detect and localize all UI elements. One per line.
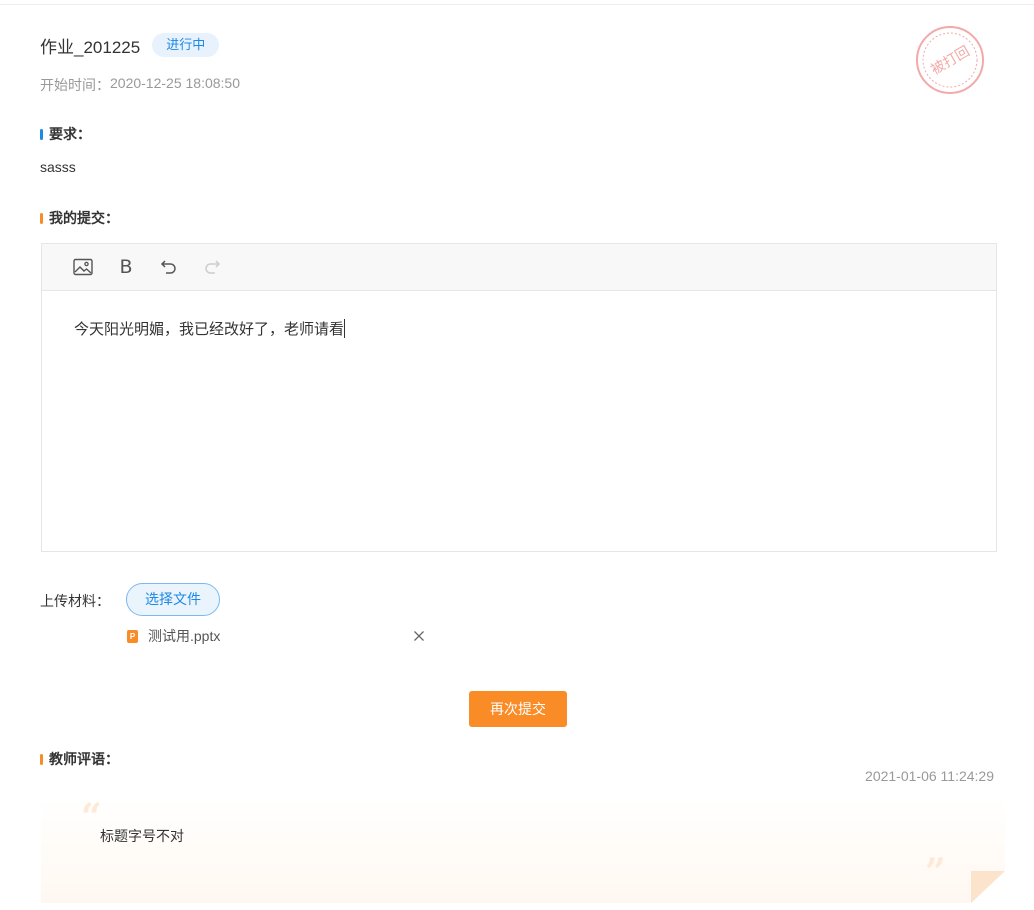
remove-file-icon[interactable] (411, 628, 427, 644)
top-divider (0, 4, 1034, 5)
file-name[interactable]: 测试用.pptx (148, 626, 220, 646)
requirement-text: sasss (40, 159, 76, 175)
undo-icon (160, 260, 176, 274)
open-quote-icon: “ (81, 796, 102, 838)
teacher-comment-box: “ 标题字号不对 ” (41, 797, 1005, 903)
rejected-stamp-icon: 被打回 (916, 26, 984, 94)
close-quote-icon: ” (925, 851, 946, 893)
comment-timestamp: 2021-01-06 11:24:29 (865, 768, 994, 784)
teacher-comment-heading: 教师评语： (40, 749, 119, 769)
start-time-label: 开始时间： (40, 77, 110, 93)
folded-corner-icon (971, 871, 1005, 903)
assignment-header: 作业_201225 进行中 (40, 32, 220, 58)
status-badge: 进行中 (152, 33, 220, 57)
resubmit-button[interactable]: 再次提交 (469, 691, 567, 727)
teacher-comment-text: 标题字号不对 (100, 828, 184, 844)
requirement-label: 要求： (49, 126, 91, 142)
insert-image-button[interactable] (70, 254, 96, 280)
upload-label: 上传材料： (40, 593, 110, 609)
image-icon (73, 258, 93, 276)
redo-button[interactable] (199, 254, 225, 280)
text-caret (344, 319, 346, 338)
section-marker (40, 212, 43, 224)
editor-toolbar: B (42, 244, 996, 291)
requirement-heading: 要求： (40, 124, 91, 144)
choose-file-button[interactable]: 选择文件 (126, 583, 220, 616)
redo-icon (205, 260, 221, 274)
rich-text-editor: B 今天阳光明媚，我已经改好了，老师请看 (41, 243, 997, 552)
submission-label: 我的提交： (49, 210, 119, 226)
editor-text: 今天阳光明媚，我已经改好了，老师请看 (74, 321, 345, 338)
teacher-comment-label: 教师评语： (49, 751, 119, 767)
section-marker (40, 128, 43, 140)
pptx-file-icon: P (127, 629, 138, 643)
assignment-title: 作业_201225 (40, 37, 141, 57)
start-time-value: 2020-12-25 18:08:50 (110, 75, 240, 91)
section-marker (40, 753, 43, 765)
submission-heading: 我的提交： (40, 208, 119, 228)
editor-content[interactable]: 今天阳光明媚，我已经改好了，老师请看 (42, 291, 996, 368)
stamp-text: 被打回 (928, 43, 973, 79)
start-time: 开始时间： 2020-12-25 18:08:50 (40, 75, 240, 95)
bold-button[interactable]: B (113, 254, 139, 280)
undo-button[interactable] (156, 254, 182, 280)
attached-file-item: P 测试用.pptx (127, 626, 427, 646)
